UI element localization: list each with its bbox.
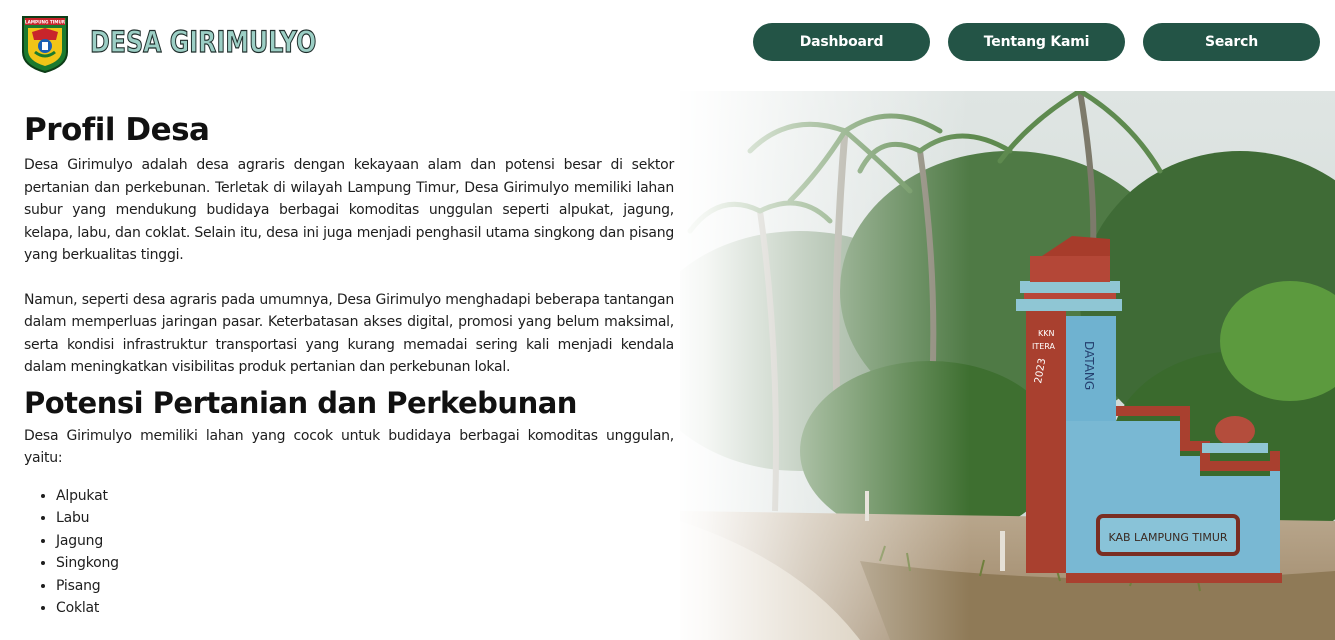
page: LAMPUNG TIMUR DESA GIRIMULYO Dashboard T… xyxy=(0,0,1335,640)
svg-text:KAB LAMPUNG TIMUR: KAB LAMPUNG TIMUR xyxy=(1108,531,1227,544)
potensi-paragraph: Desa Girimulyo memiliki lahan yang cocok… xyxy=(24,427,674,467)
site-header: LAMPUNG TIMUR DESA GIRIMULYO Dashboard T… xyxy=(0,0,1335,91)
list-item: Coklat xyxy=(56,597,674,620)
list-item: Alpukat xyxy=(56,485,674,508)
lampung-timur-logo[interactable]: LAMPUNG TIMUR xyxy=(20,14,70,74)
nav-search-button[interactable]: Search xyxy=(1143,23,1320,61)
svg-text:ITERA: ITERA xyxy=(1032,342,1056,351)
svg-text:KKN: KKN xyxy=(1038,329,1054,338)
list-item: Labu xyxy=(56,507,674,530)
profil-desa-heading: Profil Desa xyxy=(24,112,210,148)
commodity-list: Alpukat Labu Jagung Singkong Pisang Cokl… xyxy=(24,485,674,620)
list-item: Jagung xyxy=(56,530,674,553)
svg-text:DATANG: DATANG xyxy=(1082,341,1096,390)
list-item: Pisang xyxy=(56,575,674,598)
potensi-heading: Potensi Pertanian dan Perkebunan xyxy=(24,385,577,420)
profil-paragraph-1: Desa Girimulyo adalah desa agraris denga… xyxy=(24,157,674,263)
nav-dashboard-button[interactable]: Dashboard xyxy=(753,23,930,61)
list-item: Singkong xyxy=(56,552,674,575)
main-content: Profil Desa Desa Girimulyo adalah desa a… xyxy=(24,108,674,620)
photo-fade-overlay xyxy=(670,91,970,640)
svg-text:LAMPUNG TIMUR: LAMPUNG TIMUR xyxy=(25,20,66,25)
profil-paragraph-2: Namun, seperti desa agraris pada umumnya… xyxy=(24,291,674,376)
site-brand-title[interactable]: DESA GIRIMULYO xyxy=(90,27,317,57)
nav-tentang-kami-button[interactable]: Tentang Kami xyxy=(948,23,1125,61)
